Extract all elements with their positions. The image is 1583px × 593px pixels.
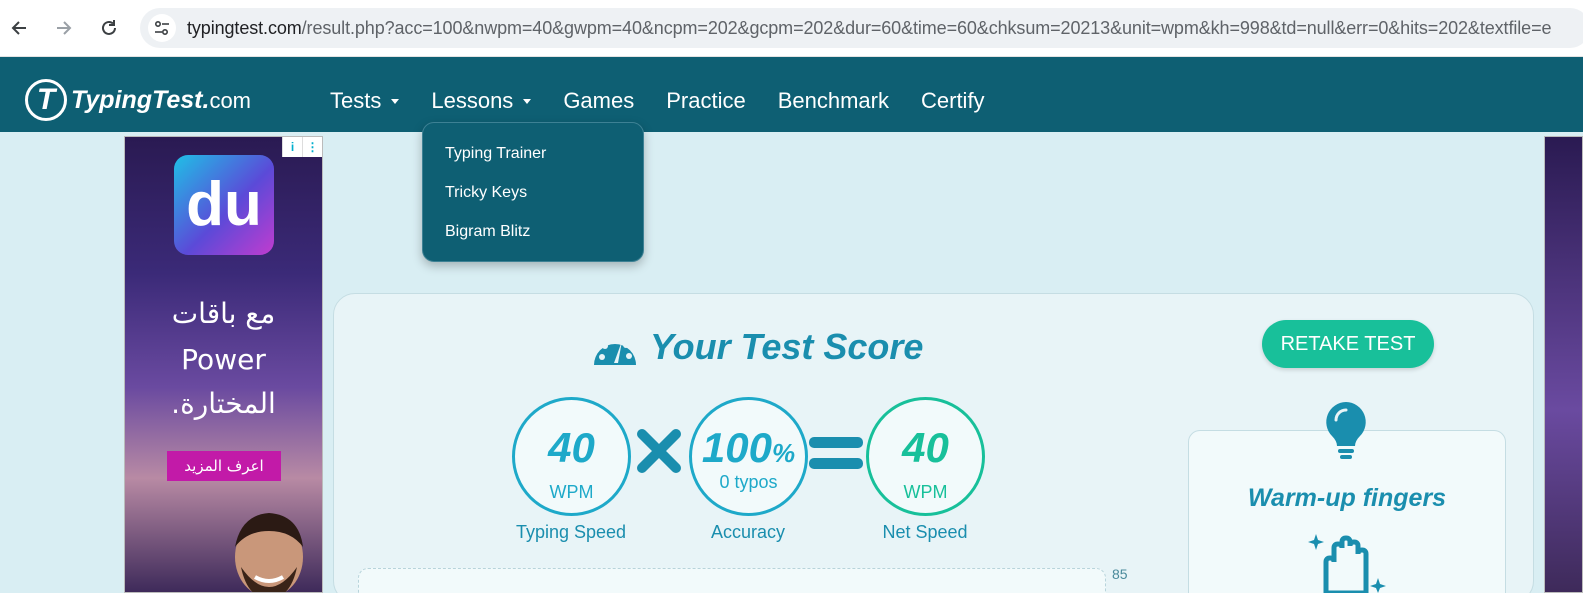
ad-text-line3: المختارة. bbox=[171, 387, 276, 420]
menu-item-lessons[interactable]: Lessons bbox=[431, 88, 532, 114]
accuracy-number: 100 bbox=[701, 424, 772, 471]
site-info-button[interactable] bbox=[148, 14, 176, 42]
menu-item-certify[interactable]: Certify bbox=[921, 88, 985, 114]
menu-label: Lessons bbox=[431, 88, 514, 113]
chart-tick-label: 85 bbox=[1112, 566, 1128, 582]
menu-label: Benchmark bbox=[777, 88, 889, 113]
ad-text-line1: مع باقات bbox=[171, 297, 276, 330]
accuracy-circle: 100% 0 typos bbox=[689, 397, 808, 516]
net-speed-unit: WPM bbox=[903, 482, 948, 502]
typing-speed-circle: 40 WPM bbox=[512, 397, 631, 516]
back-button[interactable] bbox=[5, 14, 33, 42]
typing-speed-value: 40 bbox=[548, 424, 595, 471]
accuracy-value: 100% bbox=[692, 424, 805, 472]
lessons-dropdown: Typing Trainer Tricky Keys Bigram Blitz bbox=[422, 122, 644, 262]
logo-main: TypingTest. bbox=[71, 85, 210, 114]
menu-item-benchmark[interactable]: Benchmark bbox=[778, 88, 889, 114]
menu-label: Games bbox=[563, 88, 635, 113]
ad-brand-logo: du bbox=[174, 155, 274, 255]
menu-label: Practice bbox=[666, 88, 746, 113]
dropdown-item-tricky-keys[interactable]: Tricky Keys bbox=[445, 184, 527, 202]
ad-cta-button[interactable]: اعرف المزيد bbox=[167, 451, 281, 481]
net-speed-circle: 40 WPM bbox=[866, 397, 985, 516]
ad-controls: i ⋮ bbox=[282, 137, 322, 157]
ad-banner-left[interactable]: i ⋮ du مع باقات Power المختارة. اعرف الم… bbox=[124, 136, 323, 593]
score-title: Your Test Score bbox=[592, 326, 923, 368]
ad-text-line2: Power bbox=[181, 343, 266, 376]
url-host: typingtest.com bbox=[187, 18, 302, 38]
speedometer-icon bbox=[594, 336, 636, 365]
caret-down-icon bbox=[391, 98, 400, 104]
ad-menu-icon[interactable]: ⋮ bbox=[302, 137, 322, 157]
logo-text: TypingTest.com bbox=[71, 86, 251, 115]
forward-button[interactable] bbox=[50, 14, 78, 42]
speed-chart bbox=[358, 568, 1106, 593]
arrow-right-icon bbox=[57, 21, 72, 35]
site-logo[interactable]: T TypingTest.com bbox=[25, 79, 251, 121]
logo-suffix: com bbox=[209, 87, 251, 113]
tip-title: Warm-up fingers bbox=[1247, 484, 1447, 512]
url-path: /result.php?acc=100&nwpm=40&gwpm=40&ncpm… bbox=[301, 18, 1552, 38]
menu-item-games[interactable]: Games bbox=[563, 88, 634, 114]
menu-label: Tests bbox=[330, 88, 382, 113]
reload-button[interactable] bbox=[95, 14, 123, 42]
main-menu: Tests Lessons Games Practice Benchmark C… bbox=[330, 88, 1017, 114]
dropdown-item-typing-trainer[interactable]: Typing Trainer bbox=[445, 145, 546, 163]
arrow-left-icon bbox=[11, 21, 26, 35]
ad-banner-right[interactable] bbox=[1544, 136, 1583, 593]
hand-sparkle-icon bbox=[1308, 534, 1386, 593]
multiply-icon bbox=[637, 429, 681, 473]
logo-mark: T bbox=[25, 79, 67, 121]
net-speed-label: Net Speed bbox=[882, 522, 968, 542]
caret-down-icon bbox=[523, 98, 532, 104]
reload-icon bbox=[102, 20, 116, 35]
site-header: T TypingTest.com Tests Lessons Games Pra… bbox=[0, 57, 1583, 132]
accuracy-label: Accuracy bbox=[710, 522, 786, 542]
url-text: typingtest.com/result.php?acc=100&nwpm=4… bbox=[187, 18, 1551, 39]
accuracy-percent-sign: % bbox=[771, 438, 796, 468]
typing-speed-unit: WPM bbox=[549, 482, 594, 502]
equals-icon bbox=[809, 437, 863, 469]
lightbulb-icon bbox=[1326, 402, 1366, 459]
browser-toolbar: typingtest.com/result.php?acc=100&nwpm=4… bbox=[0, 0, 1583, 57]
score-title-text: Your Test Score bbox=[650, 326, 924, 367]
menu-item-practice[interactable]: Practice bbox=[666, 88, 745, 114]
ad-person-image bbox=[235, 513, 303, 592]
accuracy-typos: 0 typos bbox=[719, 472, 778, 492]
retake-test-button[interactable]: RETAKE TEST bbox=[1262, 320, 1434, 368]
dropdown-item-bigram-blitz[interactable]: Bigram Blitz bbox=[445, 223, 530, 241]
menu-item-tests[interactable]: Tests bbox=[330, 88, 400, 114]
address-bar[interactable]: typingtest.com/result.php?acc=100&nwpm=4… bbox=[140, 8, 1583, 48]
tune-icon bbox=[154, 20, 169, 36]
typing-speed-label: Typing Speed bbox=[515, 522, 627, 542]
ad-info-icon[interactable]: i bbox=[282, 137, 302, 157]
net-speed-value: 40 bbox=[902, 424, 949, 471]
menu-label: Certify bbox=[921, 88, 985, 113]
